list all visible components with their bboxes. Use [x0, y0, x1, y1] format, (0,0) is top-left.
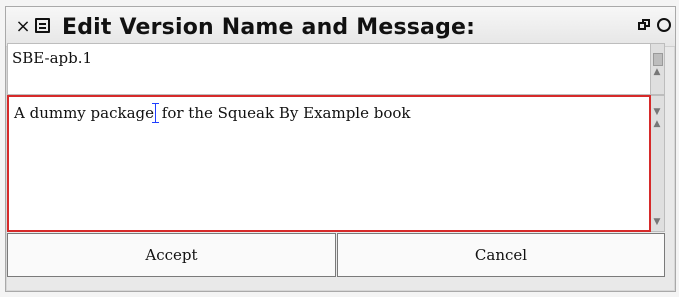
text-cursor-icon [152, 103, 160, 123]
collapse-icon[interactable] [638, 19, 651, 32]
cancel-button[interactable]: Cancel [337, 233, 665, 277]
scroll-down-arrow-icon[interactable]: ▼ [652, 218, 662, 227]
dialog-title: Edit Version Name and Message: [62, 15, 476, 40]
version-message-text: A dummy package for the Squeak By Exampl… [14, 103, 411, 123]
scroll-up-arrow-icon[interactable]: ▲ [652, 68, 662, 77]
title-bar[interactable]: × Edit Version Name and Message: [6, 7, 675, 47]
message-text-after-cursor: for the Squeak By Example book [157, 104, 411, 122]
window-menu-icon[interactable] [35, 18, 50, 33]
version-name-scrollbar[interactable]: ▲ [651, 43, 665, 95]
accept-button[interactable]: Accept [7, 233, 336, 277]
scroll-down-arrow-icon[interactable]: ▼ [652, 108, 662, 117]
version-name-text: SBE-apb.1 [12, 49, 93, 67]
message-scrollbar[interactable]: ▼ ▲ ▼ [651, 95, 665, 232]
scroll-up-arrow-icon[interactable]: ▲ [652, 120, 662, 129]
expand-icon[interactable] [657, 18, 671, 32]
collapse-icon-front [638, 22, 646, 30]
version-name-field[interactable]: SBE-apb.1 [7, 43, 651, 95]
message-text-before-cursor: A dummy package [14, 104, 155, 122]
button-row: Accept Cancel [7, 233, 665, 277]
close-icon[interactable]: × [15, 18, 31, 36]
scroll-thumb[interactable] [653, 53, 663, 66]
version-message-field[interactable]: A dummy package for the Squeak By Exampl… [7, 95, 651, 232]
